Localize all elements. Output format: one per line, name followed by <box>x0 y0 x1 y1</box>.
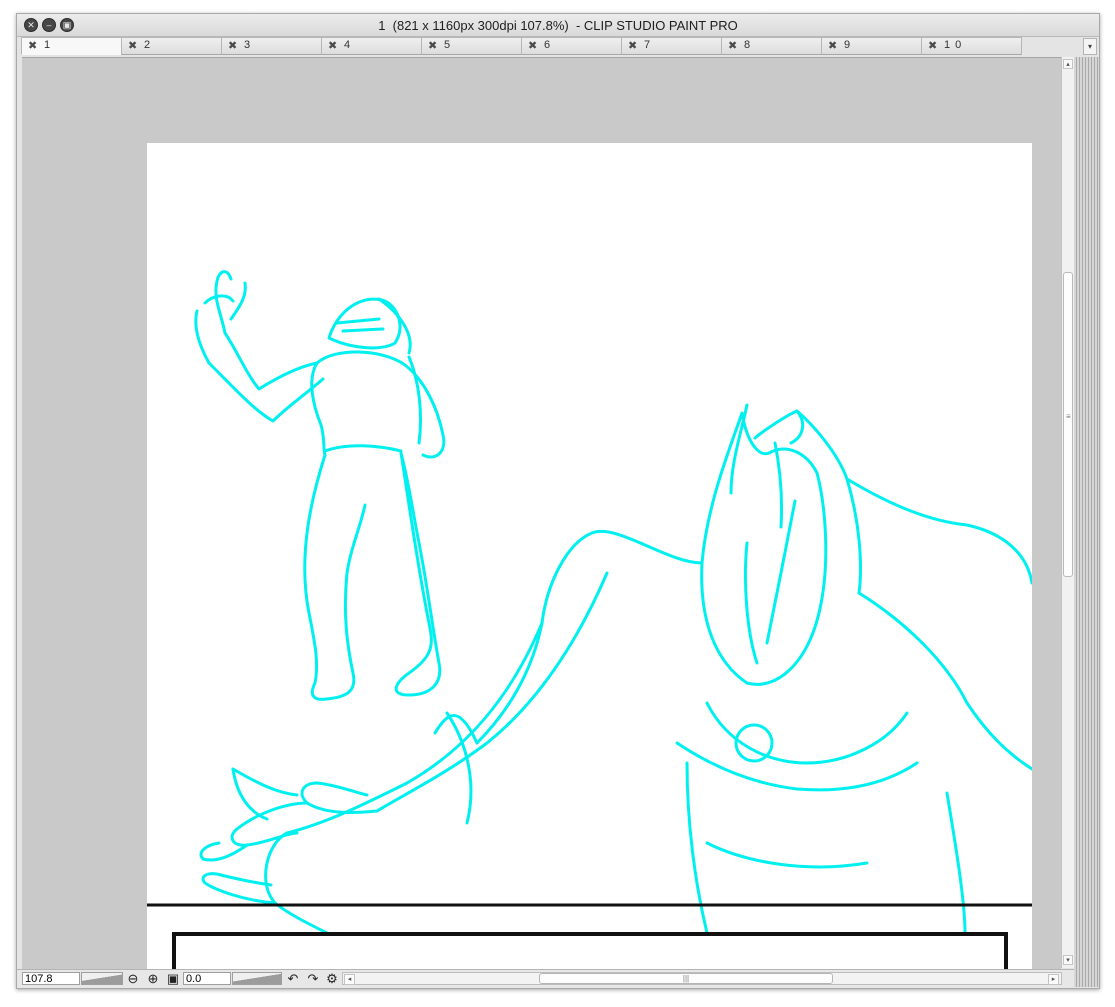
tab-7[interactable]: ✖ 7 <box>621 37 722 55</box>
tab-close-icon[interactable]: ✖ <box>528 39 537 52</box>
zoom-in-icon[interactable]: ⊕ <box>145 971 161 987</box>
sketch-layer <box>147 270 1034 969</box>
tab-label: 3 <box>244 39 252 51</box>
tab-2[interactable]: ✖ 2 <box>121 37 222 55</box>
tab-label: 8 <box>744 39 752 51</box>
rotation-field[interactable]: 0.0 <box>183 972 231 985</box>
window-title: 1 (821 x 1160px 300dpi 107.8%) - CLIP ST… <box>378 18 738 33</box>
tab-close-icon[interactable]: ✖ <box>228 39 237 52</box>
tab-3[interactable]: ✖ 3 <box>221 37 322 55</box>
rotate-left-icon[interactable]: ↶ <box>285 971 301 987</box>
reset-view-icon[interactable]: ⚙ <box>324 971 340 987</box>
tab-close-icon[interactable]: ✖ <box>928 39 937 52</box>
horizontal-scrollbar[interactable]: ◂ ||| ▸ <box>342 972 1062 985</box>
tab-label: 9 <box>844 39 852 51</box>
zoom-slider[interactable] <box>81 972 123 985</box>
fit-screen-icon[interactable]: ▣ <box>165 971 181 987</box>
title-bar: ✕ – ▣ 1 (821 x 1160px 300dpi 107.8%) - C… <box>17 14 1099 37</box>
rotation-slider[interactable] <box>232 972 282 985</box>
zoom-out-icon[interactable]: ⊖ <box>125 971 141 987</box>
scroll-left-icon[interactable]: ◂ <box>344 974 355 985</box>
tab-5[interactable]: ✖ 5 <box>421 37 522 55</box>
tab-close-icon[interactable]: ✖ <box>28 39 37 52</box>
vertical-scrollbar[interactable]: ▴ ≡ ▾ <box>1061 57 1074 968</box>
scroll-up-icon[interactable]: ▴ <box>1063 59 1073 69</box>
tab-label: 2 <box>144 39 152 51</box>
tab-1[interactable]: ✖ 1 <box>21 37 122 55</box>
tab-close-icon[interactable]: ✖ <box>828 39 837 52</box>
tab-close-icon[interactable]: ✖ <box>128 39 137 52</box>
zoom-field[interactable]: 107.8 <box>22 972 80 985</box>
horizontal-scroll-thumb[interactable]: ||| <box>539 973 833 984</box>
tab-4[interactable]: ✖ 4 <box>321 37 422 55</box>
tab-6[interactable]: ✖ 6 <box>521 37 622 55</box>
tab-9[interactable]: ✖ 9 <box>821 37 922 55</box>
rotate-right-icon[interactable]: ↷ <box>305 971 321 987</box>
tab-close-icon[interactable]: ✖ <box>328 39 337 52</box>
app-window: ✕ – ▣ 1 (821 x 1160px 300dpi 107.8%) - C… <box>16 13 1100 989</box>
vertical-scroll-thumb[interactable]: ≡ <box>1063 272 1073 577</box>
tab-label: 6 <box>544 39 552 51</box>
tab-close-icon[interactable]: ✖ <box>628 39 637 52</box>
tab-close-icon[interactable]: ✖ <box>728 39 737 52</box>
navigator-bar: 107.8 ⊖ ⊕ ▣ 0.0 ↶ ↷ ⚙ ◂ ||| ▸ <box>17 969 1074 988</box>
document-tabs: ✖ 1 ✖ 2 ✖ 3 ✖ 4 ✖ 5 ✖ 6 ✖ 7 ✖ 8 ✖ 9 ✖ 1 … <box>21 37 1085 55</box>
tab-label: 5 <box>444 39 452 51</box>
scroll-right-icon[interactable]: ▸ <box>1048 974 1059 985</box>
tab-close-icon[interactable]: ✖ <box>428 39 437 52</box>
tab-label: 1 0 <box>944 39 963 51</box>
tab-10[interactable]: ✖ 1 0 <box>921 37 1022 55</box>
artwork-page[interactable] <box>147 143 1034 969</box>
tab-label: 1 <box>44 39 52 51</box>
tab-label: 7 <box>644 39 652 51</box>
scroll-down-icon[interactable]: ▾ <box>1063 955 1073 965</box>
tab-8[interactable]: ✖ 8 <box>721 37 822 55</box>
canvas-area[interactable] <box>22 57 1061 969</box>
tab-label: 4 <box>344 39 352 51</box>
grip-icon: ≡ <box>1066 412 1071 421</box>
tab-list-dropdown-icon[interactable]: ▾ <box>1083 38 1097 55</box>
panel-edge-strip <box>1074 57 1099 987</box>
